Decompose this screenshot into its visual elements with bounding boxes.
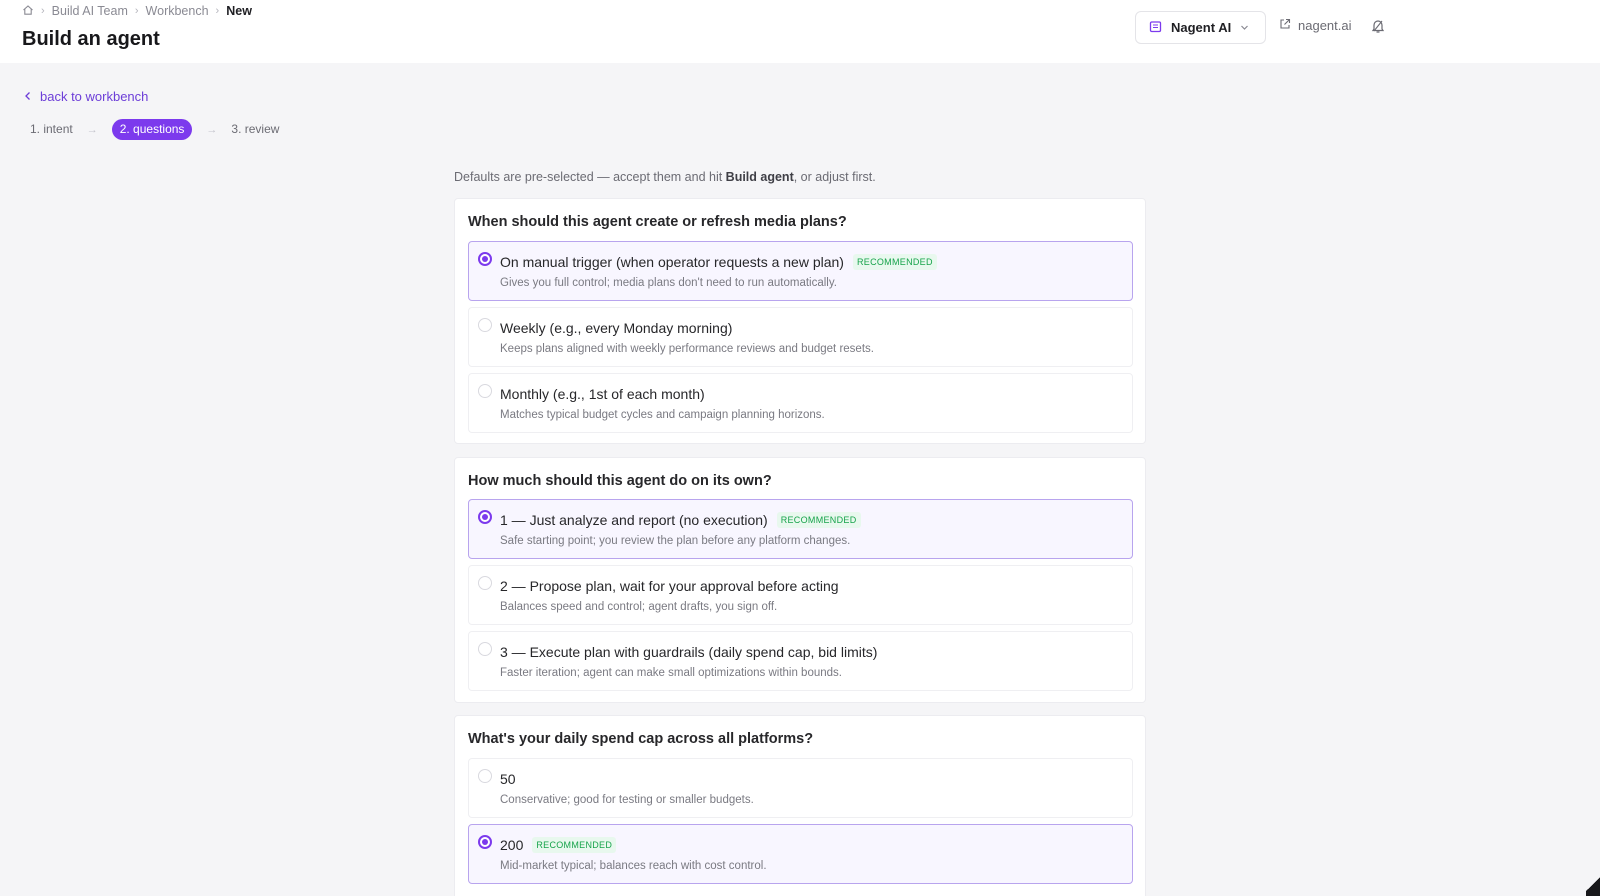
option-label: 50 — [500, 771, 516, 787]
option-label: Monthly (e.g., 1st of each month) — [500, 386, 705, 402]
chevron-right-icon: › — [134, 5, 139, 17]
radio-button[interactable] — [478, 252, 492, 266]
option-weekly[interactable]: Weekly (e.g., every Monday morning) Keep… — [468, 307, 1133, 367]
step-intent[interactable]: 1. intent — [30, 119, 73, 140]
breadcrumb: › Build AI Team › Workbench › New — [22, 3, 252, 19]
intro-prefix: Defaults are pre-selected — accept them … — [454, 170, 726, 184]
option-label: On manual trigger (when operator request… — [500, 254, 844, 270]
external-site-link[interactable]: nagent.ai — [1279, 18, 1352, 33]
option-label: 1 — Just analyze and report (no executio… — [500, 512, 768, 528]
chevron-right-icon: › — [41, 5, 45, 17]
question-card: What's your daily spend cap across all p… — [454, 715, 1146, 896]
option-spend-50[interactable]: 50 Conservative; good for testing or sma… — [468, 758, 1133, 818]
building-icon — [1149, 20, 1162, 36]
arrow-right-icon: → — [206, 123, 218, 136]
intro-action: Build agent — [725, 170, 794, 184]
option-spend-200[interactable]: 200 RECOMMENDED Mid-market typical; balan… — [468, 824, 1133, 884]
option-analyze-report[interactable]: 1 — Just analyze and report (no executio… — [468, 499, 1133, 559]
org-name: Nagent AI — [1171, 20, 1232, 35]
back-to-workbench-link[interactable]: back to workbench — [24, 89, 148, 104]
external-link-label: nagent.ai — [1298, 18, 1352, 33]
org-switcher[interactable]: Nagent AI — [1135, 11, 1266, 44]
radio-button[interactable] — [478, 642, 492, 656]
question-card: How much should this agent do on its own… — [454, 457, 1146, 703]
page-title: Build an agent — [22, 28, 160, 50]
breadcrumb-team[interactable]: Build AI Team — [52, 4, 128, 18]
option-description: Keeps plans aligned with weekly performa… — [500, 343, 874, 355]
option-description: Balances speed and control; agent drafts… — [500, 601, 778, 613]
intro-text: Defaults are pre-selected — accept them … — [454, 170, 876, 184]
question-card: When should this agent create or refresh… — [454, 198, 1146, 444]
option-monthly[interactable]: Monthly (e.g., 1st of each month) Matche… — [468, 373, 1133, 433]
chevron-down-icon — [1240, 20, 1249, 35]
radio-button[interactable] — [478, 384, 492, 398]
bell-icon[interactable] — [1370, 18, 1388, 36]
option-description: Gives you full control; media plans don'… — [500, 277, 837, 289]
option-label: Weekly (e.g., every Monday morning) — [500, 320, 733, 336]
radio-button[interactable] — [478, 769, 492, 783]
radio-button[interactable] — [478, 318, 492, 332]
radio-button[interactable] — [478, 510, 492, 524]
option-propose-plan[interactable]: 2 — Propose plan, wait for your approval… — [468, 565, 1133, 625]
recommended-badge: RECOMMENDED — [776, 512, 861, 528]
question-title: When should this agent create or refresh… — [468, 214, 847, 230]
chevron-left-icon — [24, 89, 32, 104]
option-description: Faster iteration; agent can make small o… — [500, 667, 842, 679]
recommended-badge: RECOMMENDED — [852, 254, 937, 270]
top-header: › Build AI Team › Workbench › New Build … — [0, 0, 1600, 63]
option-label: 200 — [500, 837, 524, 853]
option-description: Mid-market typical; balances reach with … — [500, 860, 767, 872]
breadcrumb-current: New — [226, 4, 252, 18]
intro-suffix: , or adjust first. — [793, 170, 876, 184]
breadcrumb-workbench[interactable]: Workbench — [146, 4, 209, 18]
home-icon[interactable] — [22, 4, 34, 19]
step-review[interactable]: 3. review — [231, 119, 279, 140]
option-execute-plan[interactable]: 3 — Execute plan with guardrails (daily … — [468, 631, 1133, 691]
recommended-badge: RECOMMENDED — [532, 837, 617, 853]
option-label: 2 — Propose plan, wait for your approval… — [500, 578, 839, 594]
question-title: How much should this agent do on its own… — [468, 473, 772, 489]
external-link-icon — [1279, 18, 1291, 33]
option-description: Safe starting point; you review the plan… — [500, 535, 851, 547]
chevron-right-icon: › — [215, 5, 220, 17]
option-description: Matches typical budget cycles and campai… — [500, 409, 825, 421]
question-title: What's your daily spend cap across all p… — [468, 731, 814, 747]
radio-button[interactable] — [478, 835, 492, 849]
stepper: 1. intent → 2. questions → 3. review — [30, 119, 279, 140]
option-manual-trigger[interactable]: On manual trigger (when operator request… — [468, 241, 1133, 301]
radio-button[interactable] — [478, 576, 492, 590]
back-link-label: back to workbench — [40, 89, 149, 104]
option-description: Conservative; good for testing or smalle… — [500, 794, 754, 806]
step-questions[interactable]: 2. questions — [111, 119, 193, 140]
option-label: 3 — Execute plan with guardrails (daily … — [500, 644, 878, 660]
window-corner — [1586, 872, 1600, 896]
arrow-right-icon: → — [86, 123, 98, 136]
